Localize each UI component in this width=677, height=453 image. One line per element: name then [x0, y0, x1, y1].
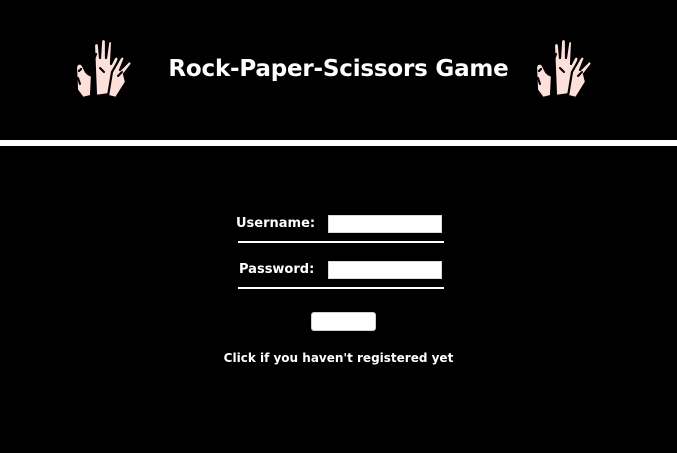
header: Rock-Paper-Scissors Game: [0, 0, 677, 140]
password-input[interactable]: [328, 261, 442, 279]
username-underline: [238, 241, 444, 243]
login-form: Username: Password: Click if you haven't…: [0, 146, 677, 453]
username-input[interactable]: [328, 215, 442, 233]
login-button[interactable]: [311, 312, 376, 331]
password-label: Password:: [239, 262, 315, 277]
password-underline: [238, 287, 444, 289]
rock-paper-scissors-hands-icon: [534, 38, 593, 100]
register-link[interactable]: Click if you haven't registered yet: [0, 351, 677, 366]
username-label: Username:: [236, 216, 316, 231]
page: Rock-Paper-Scissors Game Username: Passw…: [0, 0, 677, 453]
